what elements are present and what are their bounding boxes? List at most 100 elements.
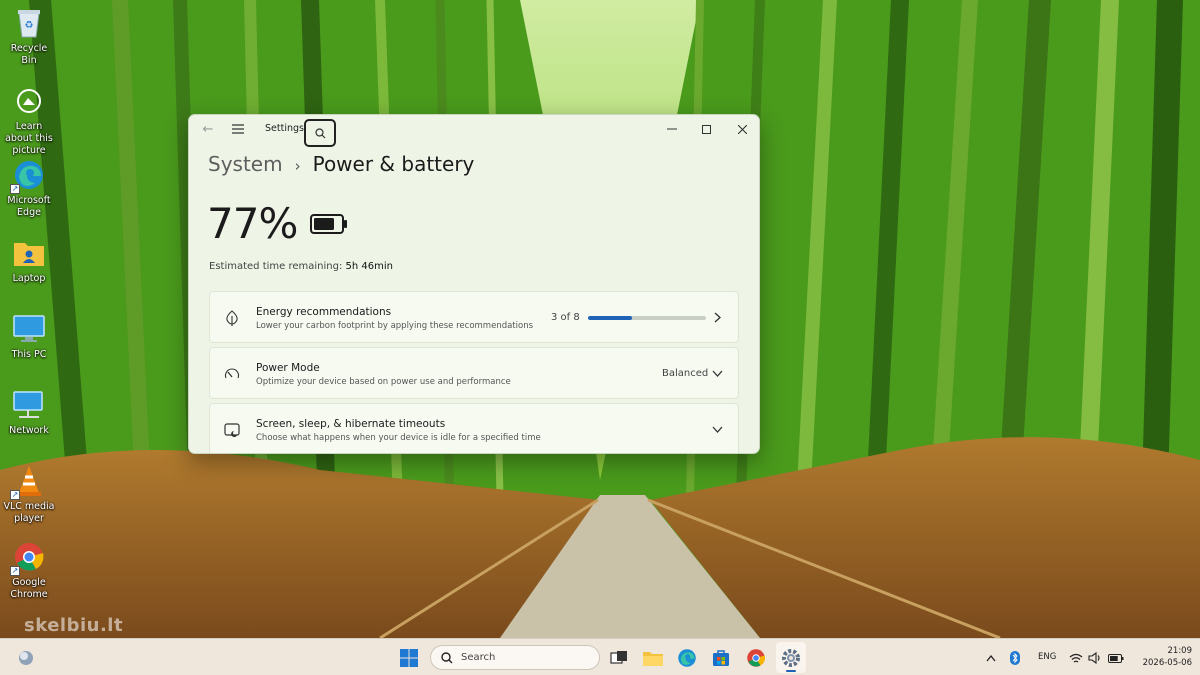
screen-sleep-hibernate-card[interactable]: Screen, sleep, & hibernate timeouts Choo… [209,403,739,453]
card-title: Energy recommendations [256,306,392,318]
estimate-label: Estimated time remaining: [209,261,343,272]
desktop-icon-learn-about-picture[interactable]: Learn about this picture [2,84,56,157]
chevron-up-icon [986,654,996,661]
desktop-icon-label: Microsoft Edge [7,195,51,218]
show-hidden-icons-button[interactable] [981,646,1001,670]
estimate-value: 5h 46min [345,261,393,272]
chrome-icon: ↗ [10,540,46,576]
card-subtitle: Lower your carbon footprint by applying … [256,321,534,331]
desktop-icon-google-chrome[interactable]: ↗ Google Chrome [2,540,56,601]
search-placeholder: Search [461,652,496,663]
desktop-icon-this-pc[interactable]: This PC [2,312,56,361]
estimated-time-remaining: Estimated time remaining: 5h 46min [209,261,393,272]
battery-percentage: 77% [207,199,298,248]
taskbar: Search ENG 21:09 2026-05-06 [0,638,1200,675]
desktop-icon-label: Network [9,425,49,436]
chrome-icon [747,649,766,667]
desktop-icon-label: Laptop [12,273,46,284]
close-button[interactable] [733,119,751,139]
power-mode-dropdown[interactable]: Balanced [662,368,708,379]
battery-icon [1108,653,1124,663]
desktop-icon-vlc[interactable]: ↗ VLC media player [2,464,56,525]
desktop-icon-network[interactable]: Network [2,388,56,437]
wifi-icon [1069,653,1083,662]
title-bar[interactable]: ← Settings [189,115,759,147]
battery-tray-button[interactable] [1106,646,1126,670]
gauge-icon [223,365,241,383]
task-view-icon [610,651,627,664]
leaf-icon [223,309,241,327]
recommendations-count: 3 of 8 [551,312,580,323]
windows-logo-icon [400,649,418,667]
back-arrow-icon: ← [202,121,214,137]
svg-text:♻: ♻ [25,20,34,31]
volume-tray-button[interactable] [1085,646,1105,670]
settings-window[interactable]: ← Settings System › Power & battery 77% [188,114,760,454]
power-mode-card[interactable]: Power Mode Optimize your device based on… [209,347,739,399]
store-bag-icon [713,650,729,666]
breadcrumb-separator: › [294,157,301,175]
minimize-button[interactable] [663,119,681,139]
desktop-icon-recycle-bin[interactable]: ♻ Recycle Bin [2,6,56,67]
recycle-bin-icon: ♻ [12,6,46,40]
screen-sleep-icon [223,421,241,439]
desktop-icon-label: Google Chrome [10,577,48,600]
maximize-icon [701,124,711,134]
app-title: Settings [265,123,304,134]
battery-icon [310,214,348,238]
progress-fill [588,316,633,320]
wifi-tray-button[interactable] [1066,646,1086,670]
edge-taskbar-button[interactable] [675,646,699,670]
hamburger-icon [232,124,244,134]
speaker-icon [1088,652,1100,664]
widgets-button[interactable] [14,646,38,670]
language-indicator[interactable]: ENG [1038,652,1056,662]
file-explorer-button[interactable] [641,646,665,670]
folder-icon [12,236,46,270]
search-icon [314,127,325,138]
task-view-button[interactable] [607,646,631,670]
shortcut-arrow-icon: ↗ [10,490,20,500]
network-icon [12,388,46,422]
bluetooth-tray-button[interactable] [1005,646,1025,670]
edge-icon [678,649,696,667]
energy-recommendations-card[interactable]: Energy recommendations Lower your carbon… [209,291,739,343]
minimize-icon [667,128,677,130]
desktop-icon-label: VLC media player [3,501,55,524]
chevron-down-icon[interactable] [710,366,724,380]
settings-taskbar-icon-wrap[interactable] [779,646,803,670]
search-icon [441,651,453,663]
folder-icon [643,652,663,666]
microsoft-store-button[interactable] [709,646,733,670]
card-subtitle: Optimize your device based on power use … [256,377,511,387]
close-icon [737,124,747,134]
start-button[interactable] [397,646,421,670]
clock-date: 2026-05-06 [1142,658,1192,668]
recommendations-progress-bar [588,316,706,320]
system-clock[interactable]: 21:09 2026-05-06 [1134,645,1192,669]
watermark-text: skelbiu.lt [24,615,124,636]
edge-icon: ↗ [10,158,46,194]
camera-icon [12,84,46,118]
breadcrumb-system-link[interactable]: System [208,152,283,176]
desktop-icon-label: Learn about this picture [5,121,53,156]
vlc-cone-icon: ↗ [10,464,46,500]
bluetooth-icon [1010,651,1020,665]
chrome-taskbar-button[interactable] [744,646,768,670]
card-title: Screen, sleep, & hibernate timeouts [256,418,446,430]
desktop-icon-microsoft-edge[interactable]: ↗ Microsoft Edge [2,158,56,219]
clock-time: 21:09 [1167,646,1193,656]
card-subtitle: Choose what happens when your device is … [256,433,541,443]
menu-button[interactable] [229,119,247,139]
maximize-button[interactable] [697,119,715,139]
settings-search-button[interactable] [304,119,336,147]
taskbar-search-box[interactable]: Search [430,645,600,670]
chevron-down-icon[interactable] [710,422,724,436]
shortcut-arrow-icon: ↗ [10,566,20,576]
page-title: Power & battery [312,152,475,176]
breadcrumb: System › Power & battery [208,152,474,176]
desktop-icon-laptop[interactable]: Laptop [2,236,56,285]
back-button[interactable]: ← [199,119,217,139]
gear-icon [782,649,800,667]
chevron-right-icon[interactable] [710,310,724,324]
